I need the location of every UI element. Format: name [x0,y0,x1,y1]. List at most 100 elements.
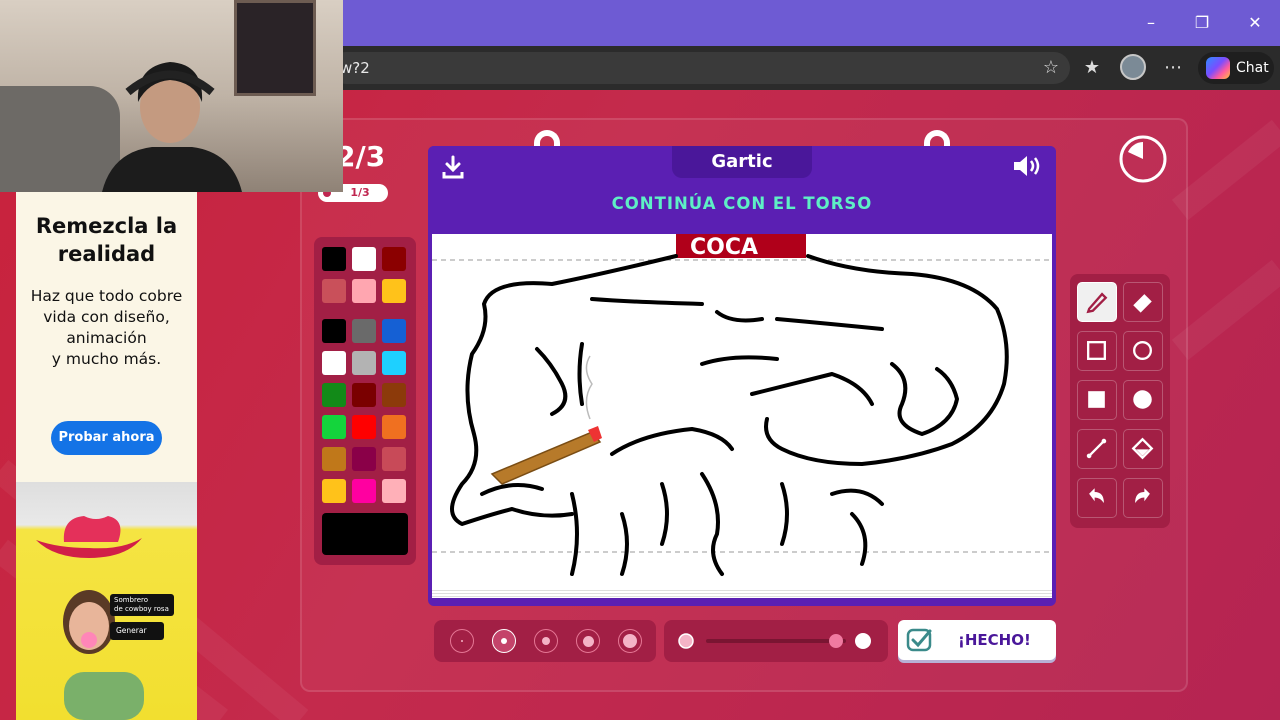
color-swatch[interactable] [382,319,406,343]
color-swatch[interactable] [382,447,406,471]
color-swatch[interactable] [322,447,346,471]
current-color-preview [322,513,408,555]
color-swatch[interactable] [352,319,376,343]
color-swatch[interactable] [352,247,376,271]
restore-icon[interactable]: ❐ [1188,10,1216,36]
drawing-canvas[interactable]: COCA [432,234,1052,590]
round-counter: 2/3 [336,140,386,173]
redo-icon [1135,488,1150,504]
redo-tool[interactable] [1123,478,1163,518]
color-swatch[interactable] [352,447,376,471]
brush-size-5[interactable] [618,629,642,653]
color-swatch[interactable] [352,383,376,407]
color-swatch[interactable] [322,247,346,271]
favorite-star-icon[interactable]: ☆ [1039,56,1063,80]
opacity-slider[interactable] [664,620,888,662]
webcam-wall-art [234,0,316,96]
ad-cta-button[interactable]: Probar ahora [51,421,162,455]
done-label: ¡HECHO! [958,631,1031,649]
brush-size-3[interactable] [534,629,558,653]
minimize-icon[interactable]: – [1137,10,1165,36]
ad-generate-label: Generar [116,626,147,635]
tool-panel [1070,274,1170,528]
square-outline-icon [1087,341,1106,360]
webcam-overlay [0,0,343,192]
ad-body: Haz que todo cobre vida con diseño, anim… [16,286,197,370]
ad-body-line: vida con diseño, [43,308,170,326]
color-swatch[interactable] [322,383,346,407]
fill-bucket-tool[interactable] [1123,429,1163,469]
close-icon[interactable]: ✕ [1241,10,1269,36]
board-header: Gartic CONTINÚA CON EL TORSO [428,146,1056,230]
eraser-tool[interactable] [1123,282,1163,322]
profile-avatar[interactable] [1120,54,1146,80]
paint-bucket-icon [1131,437,1154,460]
ad-title: Remezcla la realidad [35,214,178,266]
done-button[interactable]: ¡HECHO! [898,620,1056,660]
address-bar[interactable]: w?2 [330,52,1070,84]
pencil-tool[interactable] [1077,282,1117,322]
canvas-drawing: COCA [432,234,1052,576]
circle-filled-icon [1133,390,1152,409]
rectangle-outline-tool[interactable] [1077,331,1117,371]
undo-icon [1089,488,1104,504]
color-swatch[interactable] [352,415,376,439]
brush-size-2[interactable] [492,629,516,653]
line-tool[interactable] [1077,429,1117,469]
color-swatch[interactable] [352,351,376,375]
circle-fill-tool[interactable] [1123,380,1163,420]
color-swatch[interactable] [382,479,406,503]
circle-outline-tool[interactable] [1123,331,1163,371]
color-swatch[interactable] [382,351,406,375]
chat-label: Chat [1236,60,1269,76]
ad-body-line: animación [66,329,147,347]
color-swatch[interactable] [352,479,376,503]
opacity-track [678,633,871,649]
ad-tag-line: Sombrero [114,596,149,604]
ad-tag-line: de cowboy rosa [114,605,169,613]
more-menu-icon[interactable]: ⋯ [1161,56,1185,80]
color-swatch[interactable] [322,351,346,375]
download-icon[interactable] [440,154,466,180]
drawing-board: Gartic CONTINÚA CON EL TORSO COCA [428,130,1056,606]
eraser-icon [1133,294,1152,313]
ad-tag: Sombrero de cowboy rosa [110,594,174,616]
brush-size-selector [434,620,656,662]
color-palette [314,237,416,565]
canvas-page-edge [432,590,1052,598]
favorites-list-icon[interactable]: ★ [1080,56,1104,80]
brush-size-1[interactable] [450,629,474,653]
line-icon [1086,438,1107,459]
cowboy-hat-icon [36,516,142,558]
sound-icon[interactable] [1012,152,1044,180]
color-swatch[interactable] [322,279,346,303]
ad-body-line: y mucho más. [51,350,162,368]
checkmark-icon [906,628,932,652]
ad-artwork: Sombrero de cowboy rosa Generar [16,482,197,720]
color-swatch[interactable] [382,415,406,439]
pencil-icon [1086,292,1108,314]
color-swatch[interactable] [322,319,346,343]
color-swatch[interactable] [382,383,406,407]
webcam-person [102,62,242,192]
brush-size-4[interactable] [576,629,600,653]
color-swatch[interactable] [382,279,406,303]
color-swatch[interactable] [322,479,346,503]
ad-body-line: Haz que todo cobre [30,287,183,305]
logo-text: Gartic [711,151,773,172]
ad-generate-button[interactable]: Generar [110,622,164,640]
color-swatch[interactable] [352,279,376,303]
rectangle-fill-tool[interactable] [1077,380,1117,420]
undo-tool[interactable] [1077,478,1117,518]
copilot-chat-button[interactable]: Chat [1198,52,1274,84]
square-filled-icon [1088,391,1105,408]
url-text: w?2 [340,59,370,77]
canvas-label: COCA [690,235,758,260]
drawing-prompt: CONTINÚA CON EL TORSO [611,194,873,213]
color-swatch[interactable] [382,247,406,271]
color-swatch[interactable] [322,415,346,439]
advertisement[interactable]: Remezcla la realidad Haz que todo cobre … [16,192,197,720]
timer-icon [1119,135,1167,183]
copilot-icon [1206,57,1230,79]
circle-outline-icon [1133,341,1152,360]
